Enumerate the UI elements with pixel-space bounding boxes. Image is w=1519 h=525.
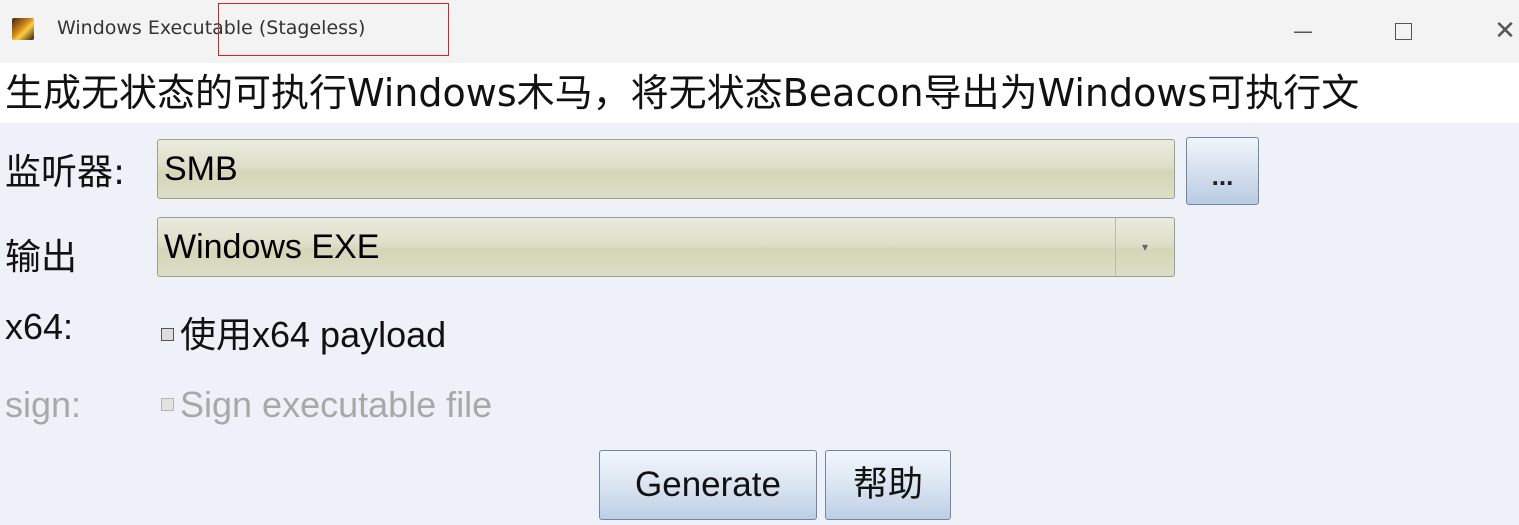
listener-field[interactable]: SMB — [157, 139, 1175, 199]
sign-checkbox-label: Sign executable file — [180, 384, 493, 425]
sign-label: sign: — [5, 384, 82, 425]
x64-checkbox-label: 使用x64 payload — [180, 314, 447, 355]
title-bar: Windows Executable (Stageless) — ✕ — [0, 0, 1519, 62]
maximize-icon — [1394, 22, 1412, 40]
minimize-button[interactable]: — — [1280, 8, 1326, 54]
listener-label: 监听器: — [5, 152, 126, 193]
generate-button[interactable]: Generate — [599, 450, 817, 520]
help-button[interactable]: 帮助 — [825, 450, 951, 520]
chevron-down-icon[interactable]: ▾ — [1115, 218, 1174, 276]
sign-checkbox-row[interactable]: Sign executable file — [161, 384, 492, 426]
x64-label: x64: — [5, 306, 74, 347]
title-highlight-box — [218, 3, 449, 56]
output-value: Windows EXE — [164, 228, 380, 266]
close-button[interactable]: ✕ — [1482, 8, 1519, 54]
sign-checkbox[interactable] — [161, 397, 174, 411]
close-icon: ✕ — [1494, 16, 1516, 46]
minimize-icon: — — [1293, 19, 1313, 43]
description-text: 生成无状态的可执行Windows木马，将无状态Beacon导出为Windows可… — [0, 63, 1519, 123]
listener-value: SMB — [164, 150, 238, 188]
maximize-button[interactable] — [1380, 8, 1426, 54]
output-select[interactable]: Windows EXE ▾ — [157, 217, 1175, 277]
form-panel: 监听器: SMB ... 输出 Windows EXE ▾ x64: 使用x64… — [0, 123, 1519, 525]
browse-listener-button[interactable]: ... — [1186, 137, 1259, 205]
x64-checkbox-row[interactable]: 使用x64 payload — [161, 306, 446, 358]
x64-checkbox[interactable] — [161, 327, 174, 341]
output-label: 输出 — [5, 237, 78, 278]
app-icon — [12, 18, 34, 40]
